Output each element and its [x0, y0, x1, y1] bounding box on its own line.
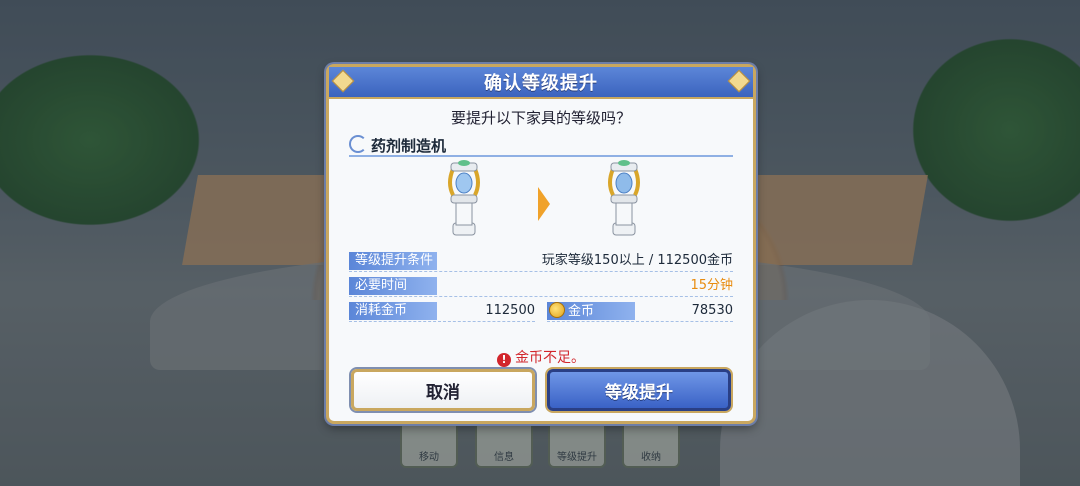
- condition-value: 玩家等级150以上 / 112500金币: [541, 253, 733, 268]
- condition-row: 等级提升条件 玩家等级150以上 / 112500金币: [349, 251, 733, 272]
- corner-ornament-icon: [331, 69, 355, 93]
- item-name: 药剂制造机: [371, 137, 447, 155]
- time-value: 15分钟: [690, 278, 733, 293]
- level-up-confirm-dialog: 确认等级提升 要提升以下家具的等级吗？ 药剂制造机 等级提升条件 玩家等级150…: [326, 64, 756, 424]
- dialog-title-bar: 确认等级提升: [329, 67, 753, 99]
- potion-machine-icon: [448, 160, 480, 236]
- gold-value: 78530: [691, 303, 733, 318]
- cost-row: 消耗金币 112500: [349, 301, 535, 322]
- cancel-button[interactable]: 取消: [351, 369, 535, 411]
- exclamation-icon: !: [497, 353, 511, 367]
- cost-label: 消耗金币: [349, 302, 437, 320]
- warning-message: ! 金币不足。: [329, 347, 753, 367]
- level-up-button[interactable]: 等级提升: [547, 369, 731, 411]
- item-name-header: 药剂制造机: [349, 135, 733, 157]
- time-row: 必要时间 15分钟: [349, 276, 733, 297]
- dialog-title: 确认等级提升: [484, 73, 598, 94]
- warning-text: 金币不足。: [515, 350, 585, 366]
- potion-machine-upgraded-icon: [608, 160, 640, 236]
- time-label: 必要时间: [349, 277, 437, 295]
- swirl-icon: [349, 135, 367, 153]
- gold-row: 金币 78530: [547, 301, 733, 322]
- dialog-question: 要提升以下家具的等级吗？: [450, 109, 631, 127]
- arrow-right-icon: [538, 187, 550, 221]
- gold-coin-icon: [549, 302, 565, 318]
- gold-label: 金币: [568, 304, 595, 319]
- gold-label-box: 金币: [547, 302, 635, 320]
- corner-ornament-icon: [727, 69, 751, 93]
- cost-value: 112500: [485, 303, 535, 318]
- condition-label: 等级提升条件: [349, 252, 437, 270]
